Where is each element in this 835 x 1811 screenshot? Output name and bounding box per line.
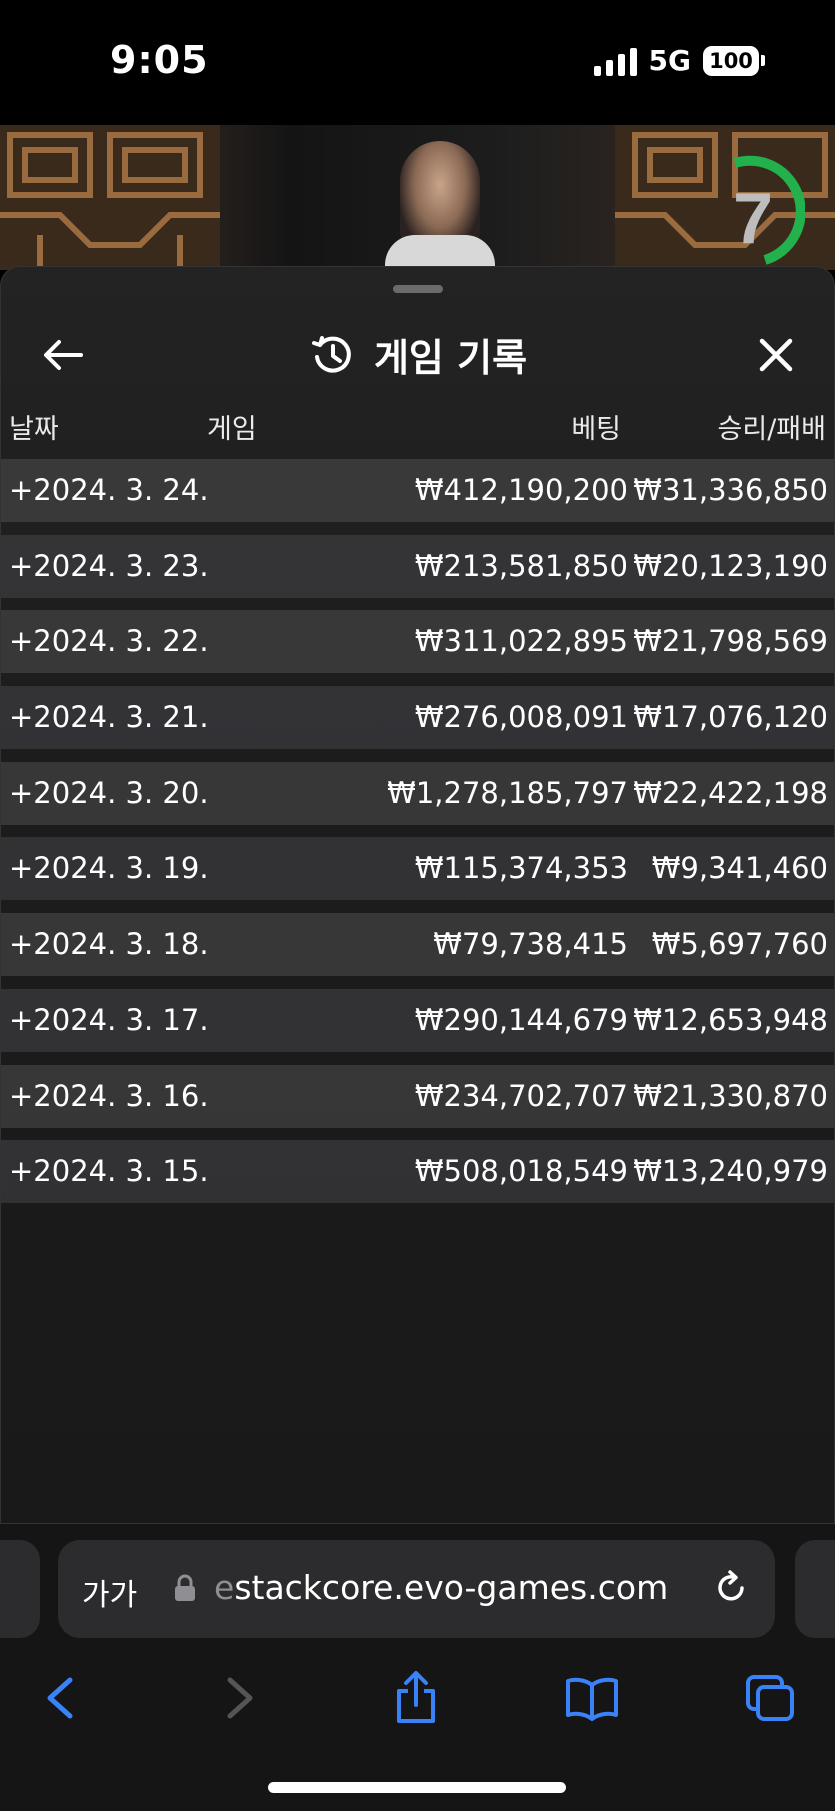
row-date: +2024. 3. 21.: [9, 700, 209, 735]
url-text[interactable]: estackcore.evo-games.com: [214, 1568, 668, 1607]
panel-header: 게임 기록: [1, 307, 834, 397]
row-date: +2024. 3. 23.: [9, 548, 209, 583]
table-row[interactable]: +2024. 3. 16. ₩234,702,707 ₩21,330,870: [1, 1064, 834, 1128]
timer-value: 7: [733, 179, 773, 259]
row-date: +2024. 3. 22.: [9, 624, 209, 659]
row-bet: ₩79,738,415: [433, 927, 628, 962]
drag-handle[interactable]: [393, 285, 443, 293]
row-date: +2024. 3. 18.: [9, 927, 209, 962]
status-indicators: 5G 100: [593, 44, 765, 77]
round-timer: 7: [733, 155, 805, 265]
url-faded-prefix: e: [214, 1568, 235, 1607]
battery-icon: 100: [703, 45, 765, 76]
share-button[interactable]: [388, 1670, 444, 1726]
row-win-loss: ₩21,798,569: [633, 624, 828, 659]
row-date: +2024. 3. 19.: [9, 851, 209, 886]
chevron-right-icon: [227, 1677, 253, 1719]
column-header-game: 게임: [207, 414, 257, 445]
column-header-bet: 베팅: [571, 414, 621, 445]
game-history-panel: 게임 기록 날짜 게임 베팅 승리/패배 +2024. 3. 24. ₩412,…: [0, 266, 835, 1524]
column-header-date: 날짜: [9, 414, 59, 445]
live-video-feed: 7: [0, 125, 835, 270]
tabs-icon: [746, 1675, 794, 1721]
row-bet: ₩234,702,707: [414, 1078, 628, 1113]
row-date: +2024. 3. 15.: [9, 1154, 209, 1189]
table-row[interactable]: +2024. 3. 22. ₩311,022,895 ₩21,798,569: [1, 610, 834, 674]
lattice-window-left: [0, 125, 220, 270]
row-date: +2024. 3. 24.: [9, 473, 209, 507]
row-bet: ₩290,144,679: [414, 1002, 628, 1037]
row-bet: ₩276,008,091: [414, 700, 628, 735]
panel-title: 게임 기록: [373, 336, 528, 380]
forward-nav-button[interactable]: [212, 1670, 268, 1726]
row-bet: ₩412,190,200: [414, 473, 628, 507]
battery-level: 100: [703, 45, 759, 76]
network-type: 5G: [648, 44, 691, 77]
table-row[interactable]: +2024. 3. 19. ₩115,374,353 ₩9,341,460: [1, 837, 834, 901]
row-win-loss: ₩12,653,948: [633, 1002, 828, 1037]
row-bet: ₩508,018,549: [414, 1154, 628, 1189]
row-bet: ₩213,581,850: [414, 548, 628, 583]
row-win-loss: ₩20,123,190: [633, 548, 828, 583]
browser-bottom-bar: 가가 estackcore.evo-games.com: [0, 1524, 835, 1811]
address-bar[interactable]: 가가 estackcore.evo-games.com: [58, 1540, 775, 1638]
history-icon: [311, 335, 351, 373]
home-indicator: [268, 1782, 566, 1793]
chevron-left-icon: [47, 1677, 73, 1719]
cellular-signal-icon: [593, 46, 637, 76]
row-win-loss: ₩31,336,850: [633, 473, 828, 507]
text-size-button[interactable]: 가가: [82, 1570, 137, 1614]
status-time: 9:05: [110, 38, 209, 82]
table-row[interactable]: +2024. 3. 21. ₩276,008,091 ₩17,076,120: [1, 686, 834, 750]
back-nav-button[interactable]: [32, 1670, 88, 1726]
row-bet: ₩115,374,353: [414, 851, 628, 886]
table-row[interactable]: +2024. 3. 17. ₩290,144,679 ₩12,653,948: [1, 988, 834, 1052]
panel-title-group: 게임 기록: [1, 327, 834, 382]
lock-icon: [175, 1574, 195, 1601]
url-domain: stackcore.evo-games.com: [234, 1568, 669, 1607]
close-icon: [759, 338, 793, 372]
close-button[interactable]: [752, 331, 800, 379]
row-date: +2024. 3. 16.: [9, 1078, 209, 1113]
table-row[interactable]: +2024. 3. 24. ₩412,190,200 ₩31,336,850: [1, 459, 834, 522]
tabs-button[interactable]: [742, 1670, 798, 1726]
table-row[interactable]: +2024. 3. 20. ₩1,278,185,797 ₩22,422,198: [1, 761, 834, 825]
row-date: +2024. 3. 17.: [9, 1002, 209, 1037]
history-table: +2024. 3. 24. ₩412,190,200 ₩31,336,850 +…: [1, 459, 834, 1216]
row-win-loss: ₩17,076,120: [633, 700, 828, 735]
book-icon: [566, 1677, 618, 1721]
column-header-win-loss: 승리/패배: [717, 414, 826, 445]
next-tab-preview[interactable]: [795, 1540, 835, 1638]
reload-icon[interactable]: [711, 1568, 751, 1608]
row-win-loss: ₩13,240,979: [633, 1154, 828, 1189]
status-bar: 9:05 5G 100: [0, 0, 835, 125]
row-win-loss: ₩9,341,460: [651, 851, 828, 886]
table-row[interactable]: +2024. 3. 15. ₩508,018,549 ₩13,240,979: [1, 1140, 834, 1204]
bookmarks-button[interactable]: [564, 1670, 620, 1726]
row-win-loss: ₩22,422,198: [633, 775, 828, 810]
browser-toolbar: [0, 1664, 835, 1734]
row-bet: ₩1,278,185,797: [387, 775, 628, 810]
row-win-loss: ₩21,330,870: [633, 1078, 828, 1113]
row-date: +2024. 3. 20.: [9, 775, 209, 810]
table-row[interactable]: +2024. 3. 23. ₩213,581,850 ₩20,123,190: [1, 534, 834, 598]
dealer-shirt: [385, 235, 495, 270]
row-bet: ₩311,022,895: [414, 624, 628, 659]
row-win-loss: ₩5,697,760: [651, 927, 828, 962]
table-row[interactable]: +2024. 3. 18. ₩79,738,415 ₩5,697,760: [1, 913, 834, 977]
previous-tab-preview[interactable]: [0, 1540, 40, 1638]
share-icon: [397, 1671, 435, 1723]
